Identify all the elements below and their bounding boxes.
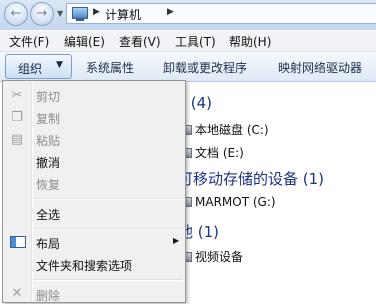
menu-item-undo[interactable]: 撤消 [36,154,60,171]
menu-item-cut[interactable]: 剪切 [36,88,60,105]
menu-tools[interactable]: 工具(T) [175,33,216,50]
menu-item-copy[interactable]: 复制 [36,110,60,127]
organize-label: 组织 [18,62,43,76]
menu-item-folder-options[interactable]: 文件夹和搜索选项 [36,257,132,274]
back-button[interactable]: ← [4,2,28,26]
menu-item-delete[interactable]: 删除 [36,287,60,304]
address-bar[interactable]: ▶ 计算机 ▶ [66,3,376,24]
menu-file[interactable]: 文件(F) [9,33,49,50]
menu-bar: 文件(F) 编辑(E) 查看(V) 工具(T) 帮助(H) [0,31,376,52]
breadcrumb-computer[interactable]: 计算机 [105,6,141,23]
scissors-icon: ✂ [11,88,23,103]
drive-label: 文档 (E:) [195,146,244,160]
delete-x-icon: ✕ [11,286,23,301]
organize-dropdown-menu: ✂ 剪切 ❐ 复制 ▤ 粘贴 撤消 恢复 全选 布局 ▶ 文件夹和搜索选项 ✕ … [2,80,186,303]
drive-label: 本地磁盘 (C:) [195,123,269,137]
command-bar: 组织 ▼ 系统属性 卸载或更改程序 映射网络驱动器 [0,52,376,82]
menu-item-redo[interactable]: 恢复 [36,176,60,193]
drive-label: 视频设备 [195,250,244,264]
system-properties-button[interactable]: 系统属性 [86,59,134,76]
copy-icon: ❐ [11,110,23,125]
forward-arrow-icon: → [36,6,48,21]
menu-gutter [31,83,33,302]
group-header-removable[interactable]: 有可移动存储的设备 (1) [163,168,324,189]
menu-separator [33,198,183,200]
computer-icon [72,7,88,21]
history-dropdown-icon[interactable]: ▼ [57,9,63,18]
menu-edit[interactable]: 编辑(E) [64,33,105,50]
menu-item-layout[interactable]: 布局 [36,235,60,252]
drive-item[interactable]: 视频设备 [184,248,243,265]
breadcrumb-separator-icon[interactable]: ▶ [167,7,174,17]
menu-separator [33,279,183,281]
drive-item[interactable]: 文档 (E:) [184,144,244,161]
menu-view[interactable]: 查看(V) [119,33,161,50]
address-toolbar: ← → ▼ ▶ 计算机 ▶ [0,0,376,30]
uninstall-program-button[interactable]: 卸载或更改程序 [163,59,247,76]
submenu-arrow-icon: ▶ [173,236,180,245]
menu-item-paste[interactable]: 粘贴 [36,132,60,149]
menu-item-select-all[interactable]: 全选 [36,206,60,223]
chevron-down-icon: ▼ [56,60,63,70]
layout-icon [10,236,26,248]
drive-label: MARMOT (G:) [195,195,276,209]
back-arrow-icon: ← [10,6,22,21]
breadcrumb-separator-icon[interactable]: ▶ [93,7,100,17]
menu-help[interactable]: 帮助(H) [229,33,271,50]
clipboard-icon: ▤ [10,132,24,147]
drive-item[interactable]: MARMOT (G:) [184,195,276,209]
drive-item[interactable]: 本地磁盘 (C:) [184,121,269,138]
forward-button[interactable]: → [30,2,54,26]
menu-separator [33,228,183,230]
organize-button[interactable]: 组织 ▼ [5,54,72,79]
map-network-drive-button[interactable]: 映射网络驱动器 [278,59,362,76]
